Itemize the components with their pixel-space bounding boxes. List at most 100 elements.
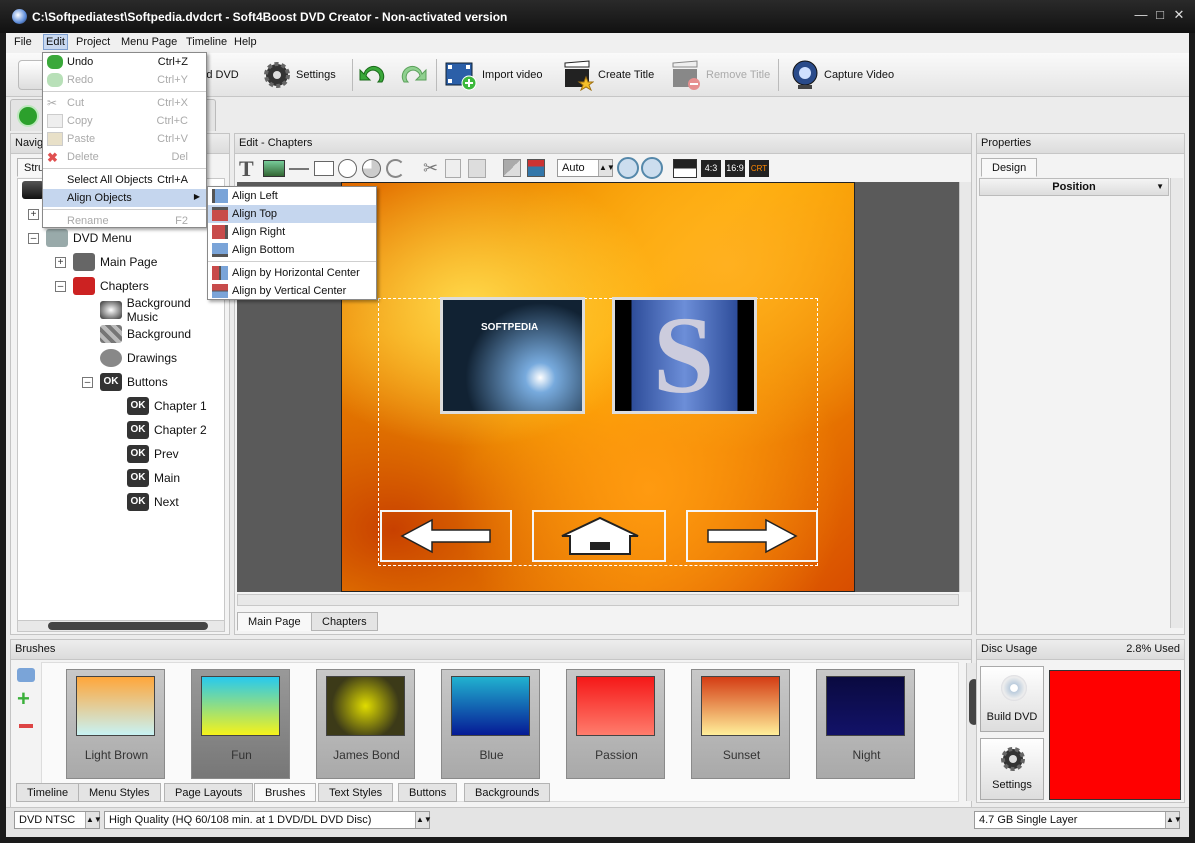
prev-button[interactable] — [380, 510, 512, 562]
expand-toggle[interactable]: + — [28, 209, 39, 220]
properties-scrollbar[interactable] — [1170, 178, 1183, 628]
tree-background-music[interactable]: Background Music — [100, 296, 224, 324]
align-icon[interactable] — [527, 159, 545, 177]
settings-button[interactable]: Settings — [262, 57, 336, 93]
tab-menu-styles[interactable]: Menu Styles — [78, 783, 161, 802]
menu-item-select-all[interactable]: Select All Objects Ctrl+A — [43, 171, 206, 189]
menu-item-align-bottom[interactable]: Align Bottom — [208, 241, 376, 259]
cut-icon[interactable]: ✂ — [423, 158, 438, 179]
rectangle-tool-icon[interactable] — [314, 161, 334, 176]
tree-chapters[interactable]: Chapters — [73, 275, 149, 297]
menu-item-undo[interactable]: Undo Ctrl+Z — [43, 53, 206, 71]
menu-item-align-top[interactable]: Align Top — [208, 205, 376, 223]
arc-tool-icon[interactable] — [386, 159, 405, 178]
next-button[interactable] — [686, 510, 818, 562]
chapter-1-thumbnail[interactable]: SOFTPEDIA — [440, 297, 585, 414]
canvas-vertical-scrollbar[interactable] — [959, 182, 971, 592]
menu-item-cut[interactable]: ✂ Cut Ctrl+X — [43, 94, 206, 112]
build-dvd-button[interactable]: Build DVD — [202, 57, 239, 93]
menu-item-align-right[interactable]: Align Right — [208, 223, 376, 241]
menu-edit[interactable]: Edit — [43, 34, 68, 50]
expand-toggle[interactable]: + — [55, 257, 66, 268]
pie-tool-icon[interactable] — [362, 159, 381, 178]
text-tool-icon[interactable]: T — [239, 156, 254, 182]
maximize-icon[interactable]: □ — [1152, 8, 1168, 22]
image-tool-icon[interactable] — [263, 160, 285, 177]
build-dvd-side-button[interactable]: Build DVD — [980, 666, 1044, 732]
menu-project[interactable]: Project — [76, 36, 110, 48]
menu-file[interactable]: File — [14, 36, 32, 48]
remove-title-button[interactable]: Remove Title — [670, 57, 770, 93]
tree-main-page[interactable]: Main Page — [73, 251, 157, 273]
line-tool-icon[interactable] — [289, 168, 309, 170]
minimize-icon[interactable]: — — [1133, 8, 1149, 22]
menu-item-delete[interactable]: ✖ Delete Del — [43, 148, 206, 166]
tab-chapters[interactable]: Chapters — [311, 612, 378, 631]
tab-page-layouts[interactable]: Page Layouts — [164, 783, 254, 802]
tree-background[interactable]: Background — [100, 323, 191, 345]
menu-menu-page[interactable]: Menu Page — [121, 36, 177, 48]
import-brush-icon[interactable] — [17, 668, 35, 682]
tree-main[interactable]: OK Main — [127, 467, 180, 489]
canvas-horizontal-scrollbar[interactable] — [237, 594, 959, 606]
tab-brushes[interactable]: Brushes — [254, 783, 317, 802]
menu-item-align-horizontal-center[interactable]: Align by Horizontal Center — [208, 264, 376, 282]
close-icon[interactable]: ✕ — [1171, 8, 1187, 22]
brush-item[interactable]: Night — [816, 669, 915, 779]
menu-item-rename[interactable]: Rename F2 — [43, 212, 206, 230]
menu-item-align-vertical-center[interactable]: Align by Vertical Center — [208, 282, 376, 300]
video-format-select[interactable]: DVD NTSC ▲▼ — [14, 811, 102, 829]
brush-item-selected[interactable]: Fun — [191, 669, 290, 779]
menu-item-align-objects[interactable]: Align Objects ▶ — [43, 189, 206, 207]
create-title-button[interactable]: Create Title — [562, 57, 654, 93]
copy-icon[interactable] — [445, 159, 461, 178]
arrange-icon[interactable] — [503, 159, 521, 177]
brush-item[interactable]: Light Brown — [66, 669, 165, 779]
brush-item[interactable]: Sunset — [691, 669, 790, 779]
quality-select[interactable]: High Quality (HQ 60/108 min. at 1 DVD/DL… — [104, 811, 432, 829]
tree-chapter-2[interactable]: OK Chapter 2 — [127, 419, 207, 441]
redo-button[interactable] — [396, 57, 430, 93]
capture-video-button[interactable]: Capture Video — [790, 57, 894, 93]
tab-backgrounds[interactable]: Backgrounds — [464, 783, 551, 802]
menu-canvas[interactable]: SOFTPEDIA S — [341, 182, 855, 592]
remove-brush-icon[interactable] — [19, 724, 33, 728]
tab-timeline[interactable]: Timeline — [16, 783, 80, 802]
tab-text-styles[interactable]: Text Styles — [318, 783, 394, 802]
tab-buttons[interactable]: Buttons — [398, 783, 458, 802]
menu-item-paste[interactable]: Paste Ctrl+V — [43, 130, 206, 148]
tree-drawings[interactable]: Drawings — [100, 347, 177, 369]
tree-dvd-menu[interactable]: DVD Menu — [46, 227, 132, 249]
undo-button[interactable] — [356, 57, 390, 93]
settings-side-button[interactable]: Settings — [980, 738, 1044, 800]
safe-area-icon[interactable] — [673, 159, 697, 178]
scrollbar-thumb[interactable] — [48, 622, 208, 630]
tree-next[interactable]: OK Next — [127, 491, 179, 513]
collapse-toggle[interactable]: – — [55, 281, 66, 292]
menu-item-copy[interactable]: Copy Ctrl+C — [43, 112, 206, 130]
tree-buttons[interactable]: OK Buttons — [100, 371, 168, 393]
brush-item[interactable]: James Bond — [316, 669, 415, 779]
add-brush-icon[interactable]: + — [17, 688, 30, 710]
brush-item[interactable]: Blue — [441, 669, 540, 779]
zoom-select[interactable]: Auto ▲▼ — [557, 159, 615, 177]
zoom-in-icon[interactable] — [617, 157, 639, 179]
paste-icon[interactable] — [468, 159, 486, 178]
position-group-header[interactable]: Position ▼ — [979, 178, 1169, 196]
ratio-16-9-button[interactable]: 16:9 — [725, 160, 745, 177]
menu-timeline[interactable]: Timeline — [186, 36, 227, 48]
tab-main-page[interactable]: Main Page — [237, 612, 312, 631]
disc-type-select[interactable]: 4.7 GB Single Layer ▲▼ — [974, 811, 1182, 829]
crt-button[interactable]: CRT — [749, 160, 769, 177]
collapse-toggle[interactable]: – — [82, 377, 93, 388]
import-video-button[interactable]: Import video — [444, 57, 543, 93]
tree-prev[interactable]: OK Prev — [127, 443, 179, 465]
main-button[interactable] — [532, 510, 666, 562]
zoom-out-icon[interactable] — [641, 157, 663, 179]
collapse-toggle[interactable]: – — [28, 233, 39, 244]
menu-item-redo[interactable]: Redo Ctrl+Y — [43, 71, 206, 89]
menu-help[interactable]: Help — [234, 36, 257, 48]
tree-chapter-1[interactable]: OK Chapter 1 — [127, 395, 207, 417]
ellipse-tool-icon[interactable] — [338, 159, 357, 178]
ratio-4-3-button[interactable]: 4:3 — [701, 160, 721, 177]
